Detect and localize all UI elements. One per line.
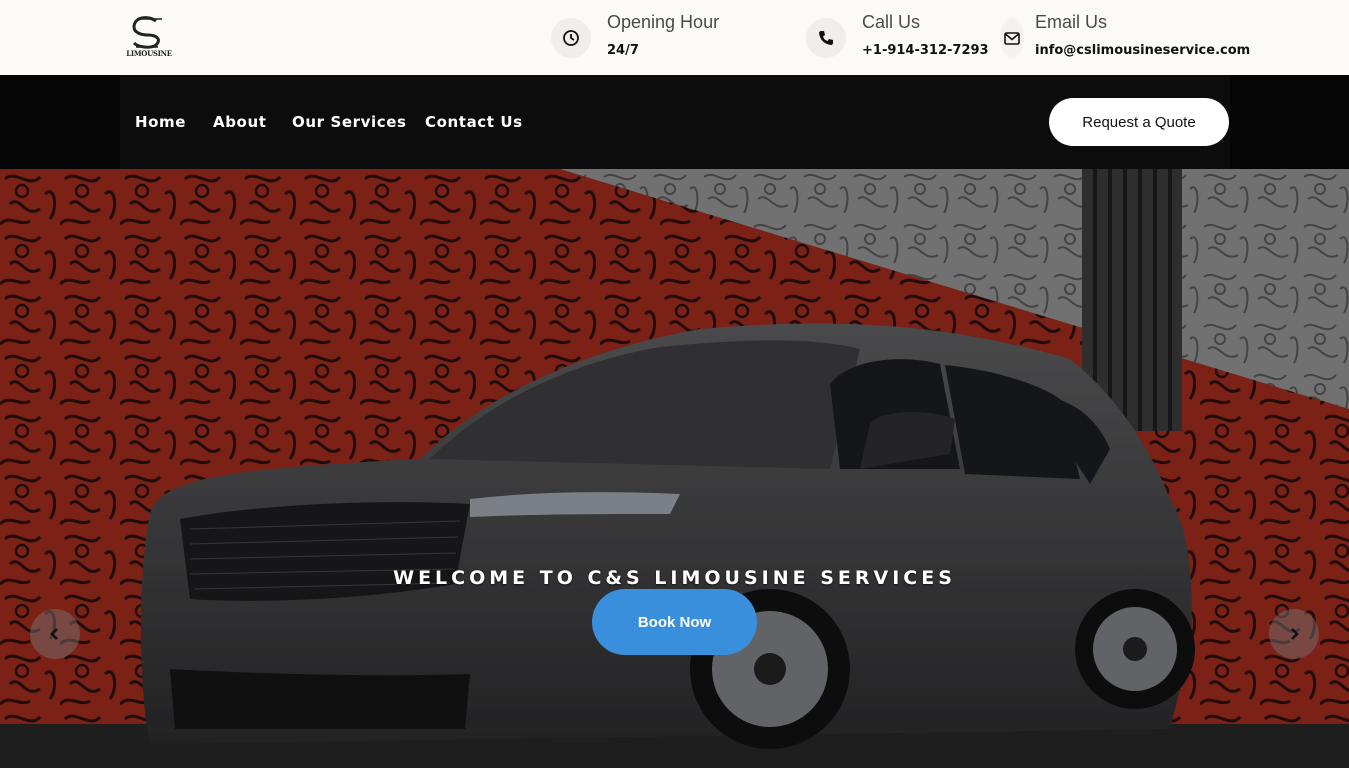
logo-icon [132, 16, 162, 49]
nav-item-our-services[interactable]: Our Services [292, 113, 407, 131]
chevron-left-icon [50, 628, 58, 640]
nav-item-home[interactable]: Home [135, 113, 186, 131]
hero-slider: WELCOME TO C&S LIMOUSINE SERVICES Book N… [0, 169, 1349, 768]
hero-background-image [0, 169, 1349, 768]
email-us-title: Email Us [1035, 12, 1108, 32]
top-bar: LIMOUSINE Opening Hour 24/7 Call Us +1-9… [0, 0, 1349, 75]
chevron-right-icon [1291, 628, 1299, 640]
opening-hours-value: 24/7 [607, 43, 639, 58]
opening-hours-title: Opening Hour [607, 12, 720, 32]
hero-heading: WELCOME TO C&S LIMOUSINE SERVICES [393, 567, 956, 589]
slider-prev-button[interactable] [30, 609, 80, 659]
call-us-title: Call Us [862, 12, 921, 32]
book-now-button[interactable]: Book Now [592, 589, 757, 655]
phone-icon [806, 18, 846, 58]
nav-item-about[interactable]: About [213, 113, 267, 131]
email-address[interactable]: info@cslimousineservice.com [1035, 43, 1250, 58]
slider-next-button[interactable] [1269, 609, 1319, 659]
clock-icon [551, 18, 591, 58]
logo-text: LIMOUSINE [126, 49, 172, 58]
request-quote-button[interactable]: Request a Quote [1049, 98, 1229, 146]
site-logo[interactable]: LIMOUSINE [126, 13, 172, 59]
phone-number[interactable]: +1-914-312-7293 [862, 43, 989, 58]
envelope-icon [1000, 18, 1024, 58]
nav-item-contact-us[interactable]: Contact Us [425, 113, 523, 131]
